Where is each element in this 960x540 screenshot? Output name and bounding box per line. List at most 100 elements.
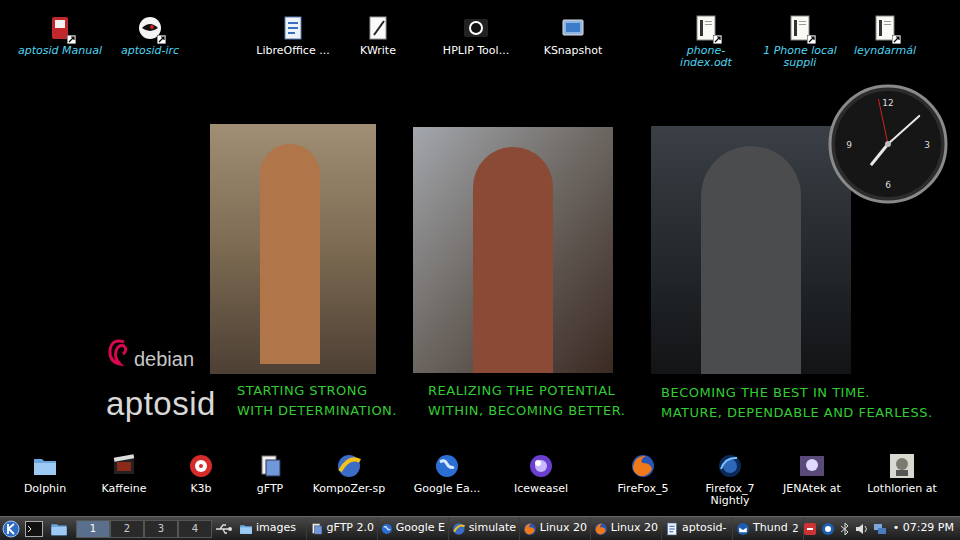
task-label: Linux 20 (611, 520, 658, 537)
desktop-icon[interactable]: Kaffeine (79, 452, 169, 495)
desktop-icon[interactable]: Dolphin (0, 452, 90, 495)
photo-caption: REALIZING THE POTENTIALWITHIN, BECOMING … (428, 381, 625, 421)
photo-caption: BECOMING THE BEST IN TIME.MATURE, DEPEND… (661, 383, 933, 423)
desktop-icon[interactable]: aptosid-irc (105, 14, 195, 57)
task-button[interactable]: images (236, 518, 307, 540)
clock-numeral: 6 (885, 180, 891, 190)
desktop-icon[interactable]: aptosid Manual (15, 14, 105, 57)
caption-line: STARTING STRONG (237, 381, 397, 401)
desktop-icon[interactable]: Iceweasel (496, 452, 586, 495)
kompozer-icon (452, 522, 466, 536)
link-badge-icon (892, 35, 901, 44)
task-button[interactable]: Linux 20 (591, 518, 662, 540)
task-label: Thund (753, 520, 788, 537)
caption-line: MATURE, DEPENDABLE AND FEARLESS. (661, 403, 933, 423)
task-label: simulate (469, 520, 516, 537)
desktop-icon-label: Lothlorien at (867, 483, 937, 495)
terminal-launcher[interactable] (22, 518, 46, 540)
desktop-icon-label: KompoZer-sp (313, 483, 386, 495)
network-icon[interactable] (873, 522, 887, 536)
task-button[interactable]: Google E (378, 518, 449, 540)
photo-caption: STARTING STRONGWITH DETERMINATION. (237, 381, 397, 421)
task-button[interactable]: Linux 20 (520, 518, 591, 540)
clock-numeral: 3 (924, 140, 930, 150)
caption-line: WITH DETERMINATION. (237, 401, 397, 421)
desktop-icon[interactable]: KompoZer-sp (304, 452, 394, 495)
firefox-icon (594, 522, 608, 536)
desktop-icon[interactable]: gFTP (225, 452, 315, 495)
desktop-icon-label: leyndarmál (854, 45, 916, 57)
doc-icon (665, 522, 679, 536)
clock-numeral: 12 (882, 98, 893, 108)
usb-icon (215, 523, 233, 535)
hp-tray-icon[interactable] (821, 522, 835, 536)
desktop-icon[interactable]: HPLIP Tool... (431, 14, 521, 57)
desktop-icon[interactable]: K3b (156, 452, 246, 495)
gftp-icon (310, 522, 324, 536)
desktop-icon-label: Iceweasel (514, 483, 568, 495)
desktop-icon-label: FireFox_5 (618, 483, 669, 495)
task-label: gFTP 2.0 (327, 520, 374, 537)
task-label: Google E (396, 520, 445, 537)
link-badge-icon (157, 35, 166, 44)
caption-line: WITHIN, BECOMING BETTER. (428, 401, 625, 421)
desktop-icon[interactable]: Google Ea... (402, 452, 492, 495)
pager: 1234 (76, 520, 212, 538)
task-label: aptosid- (682, 520, 727, 537)
debian-text: debian (134, 348, 194, 370)
desktop-icon-label: aptosid-irc (121, 45, 179, 57)
clock-widget[interactable]: 12369 (828, 84, 948, 204)
kaffeine-icon (111, 453, 137, 479)
desktop-icon[interactable]: JENAtek at (767, 452, 857, 495)
notification-count[interactable]: 2 (792, 524, 798, 534)
minute-hand (888, 116, 919, 144)
kwrite-icon (365, 15, 391, 41)
desktop-icon[interactable]: KWrite (333, 14, 423, 57)
desktop-icon-label: aptosid Manual (18, 45, 102, 57)
debian-swirl-icon (106, 336, 132, 370)
system-tray: 2 • 07:29 PM (792, 520, 960, 537)
pager-desktop[interactable]: 2 (110, 520, 144, 538)
second-hand (878, 99, 888, 144)
taskbar: 1234imagesgFTP 2.0Google EsimulateLinux … (0, 516, 960, 540)
hour-hand (872, 144, 888, 164)
desktop-icon[interactable]: leyndarmál (840, 14, 930, 57)
pager-desktop[interactable]: 1 (76, 520, 110, 538)
device-notifier[interactable] (212, 518, 236, 540)
desktop-icon-label: 1 Phone local suppli (758, 45, 842, 69)
task-label: Linux 20 (540, 520, 587, 537)
firefox-icon (523, 522, 537, 536)
desktop-icon[interactable]: 1 Phone local suppli (755, 14, 845, 69)
task-button[interactable]: gFTP 2.0 (307, 518, 378, 540)
desktop-icon[interactable]: KSnapshot (528, 14, 618, 57)
file-manager-launcher[interactable] (46, 518, 72, 540)
desktop-icon-label: phone-index.odt (664, 45, 748, 69)
kde-menu-button[interactable] (0, 518, 22, 540)
thunder-icon (736, 522, 750, 536)
pager-desktop[interactable]: 3 (144, 520, 178, 538)
folder-icon (32, 453, 58, 479)
update-icon[interactable] (803, 522, 817, 536)
desktop-icon[interactable]: Firefox_7 Nightly (685, 452, 775, 507)
wallpaper-photo (651, 126, 851, 374)
desktop-icon-label: Kaffeine (102, 483, 147, 495)
wallpaper-photo (210, 124, 376, 374)
lothlorien-icon (889, 453, 915, 479)
desktop-icon[interactable]: phone-index.odt (661, 14, 751, 69)
aptosid-logo: aptosid (106, 384, 216, 424)
pager-desktop[interactable]: 4 (178, 520, 212, 538)
volume-icon[interactable] (855, 522, 869, 536)
desktop-icon[interactable]: FireFox_5 (598, 452, 688, 495)
kompozer-icon (336, 453, 362, 479)
desktop-icon-label: Dolphin (24, 483, 66, 495)
bluetooth-icon[interactable] (839, 522, 851, 536)
tray-clock[interactable]: • 07:29 PM (893, 520, 954, 537)
task-list: images gFTP 2.0 Google E simulate Linux 20 Li… (236, 518, 792, 540)
task-label: images (256, 520, 296, 537)
task-button[interactable]: aptosid- (662, 518, 733, 540)
desktop-icon-label: gFTP (257, 483, 283, 495)
desktop-icon[interactable]: Lothlorien at (857, 452, 947, 495)
task-button[interactable]: simulate (449, 518, 520, 540)
desktop-icon[interactable]: LibreOffice ... (248, 14, 338, 57)
desktop: aptosid Manual aptosid-irc LibreOffice ...… (0, 0, 960, 540)
